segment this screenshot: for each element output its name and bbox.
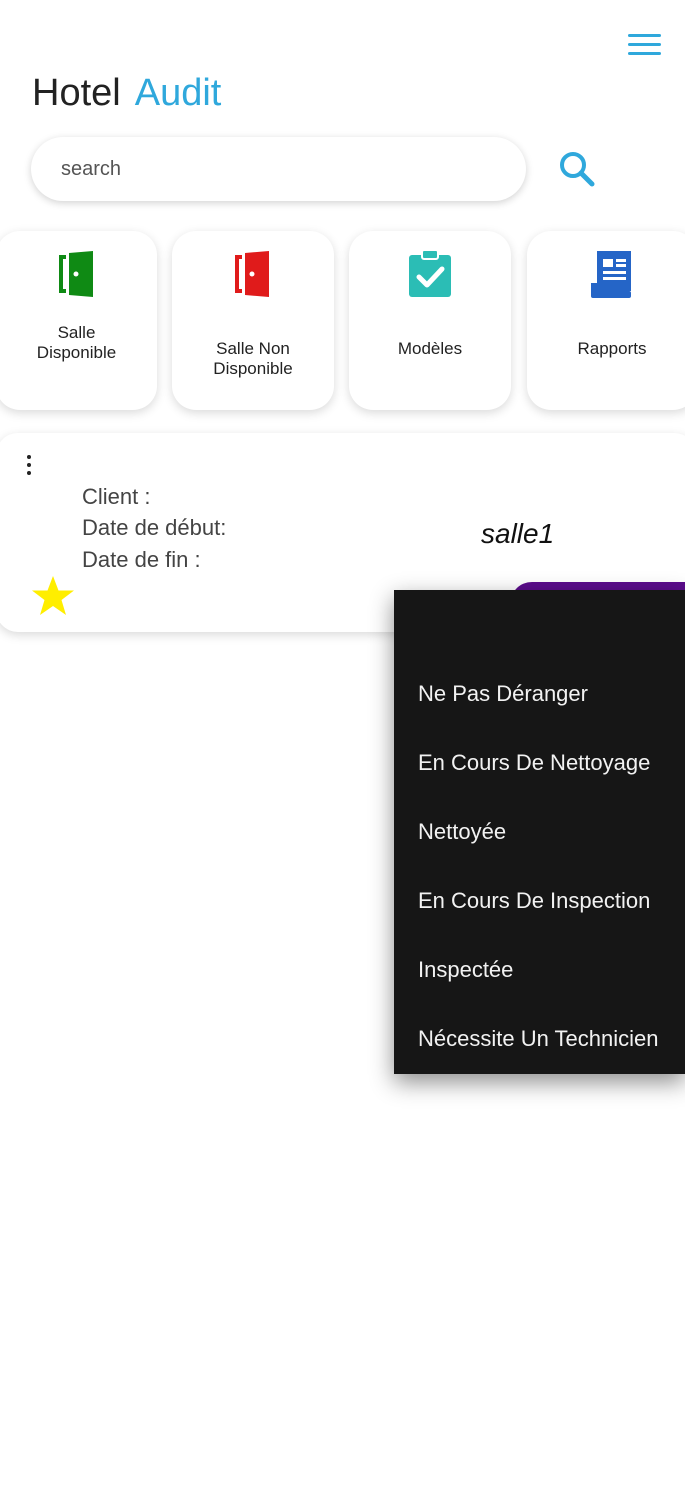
menu-item-nettoyee[interactable]: Nettoyée [418,818,506,846]
category-label: Salle Disponible [36,323,117,362]
category-modeles[interactable]: Modèles [349,231,511,410]
end-date-label: Date de fin : [82,547,201,572]
status-dropdown-menu: Ne Pas Déranger En Cours De Nettoyage Ne… [394,590,685,1074]
dot [27,455,31,459]
report-icon [590,251,631,298]
app-title-hotel: Hotel [32,72,121,114]
category-label: Rapports [577,339,647,358]
category-rapports[interactable]: Rapports [527,231,685,410]
client-label: Client : [82,484,151,509]
menu-bar [628,34,661,37]
dot [27,463,31,467]
menu-item-en-cours-de-nettoyage[interactable]: En Cours De Nettoyage [418,749,650,777]
hamburger-menu-icon[interactable] [626,32,664,60]
category-salle-disponible[interactable]: Salle Disponible [0,231,157,410]
menu-item-inspectee[interactable]: Inspectée [418,956,513,984]
search-input[interactable] [31,137,526,201]
menu-item-en-cours-de-inspection[interactable]: En Cours De Inspection [418,887,650,915]
start-date-label: Date de début: [82,515,227,540]
app-title: Hotel Audit [32,70,221,116]
app-title-audit: Audit [134,72,222,114]
star-icon[interactable] [31,575,75,617]
more-options-icon[interactable] [24,453,34,479]
search-icon[interactable] [556,148,600,192]
category-salle-non-disponible[interactable]: Salle Non Disponible [172,231,334,410]
menu-item-necessite-un-technicien[interactable]: Nécessite Un Technicien [418,1025,659,1053]
door-open-green-icon [58,251,93,297]
menu-bar [628,52,661,55]
door-closed-red-icon [235,251,269,297]
menu-item-ne-pas-deranger[interactable]: Ne Pas Déranger [418,680,588,708]
room-name: salle1 [481,518,555,549]
dot [27,471,31,475]
menu-bar [628,43,661,46]
clipboard-check-icon [409,249,451,297]
category-label: Modèles [397,339,463,358]
category-label: Salle Non Disponible [213,339,293,378]
